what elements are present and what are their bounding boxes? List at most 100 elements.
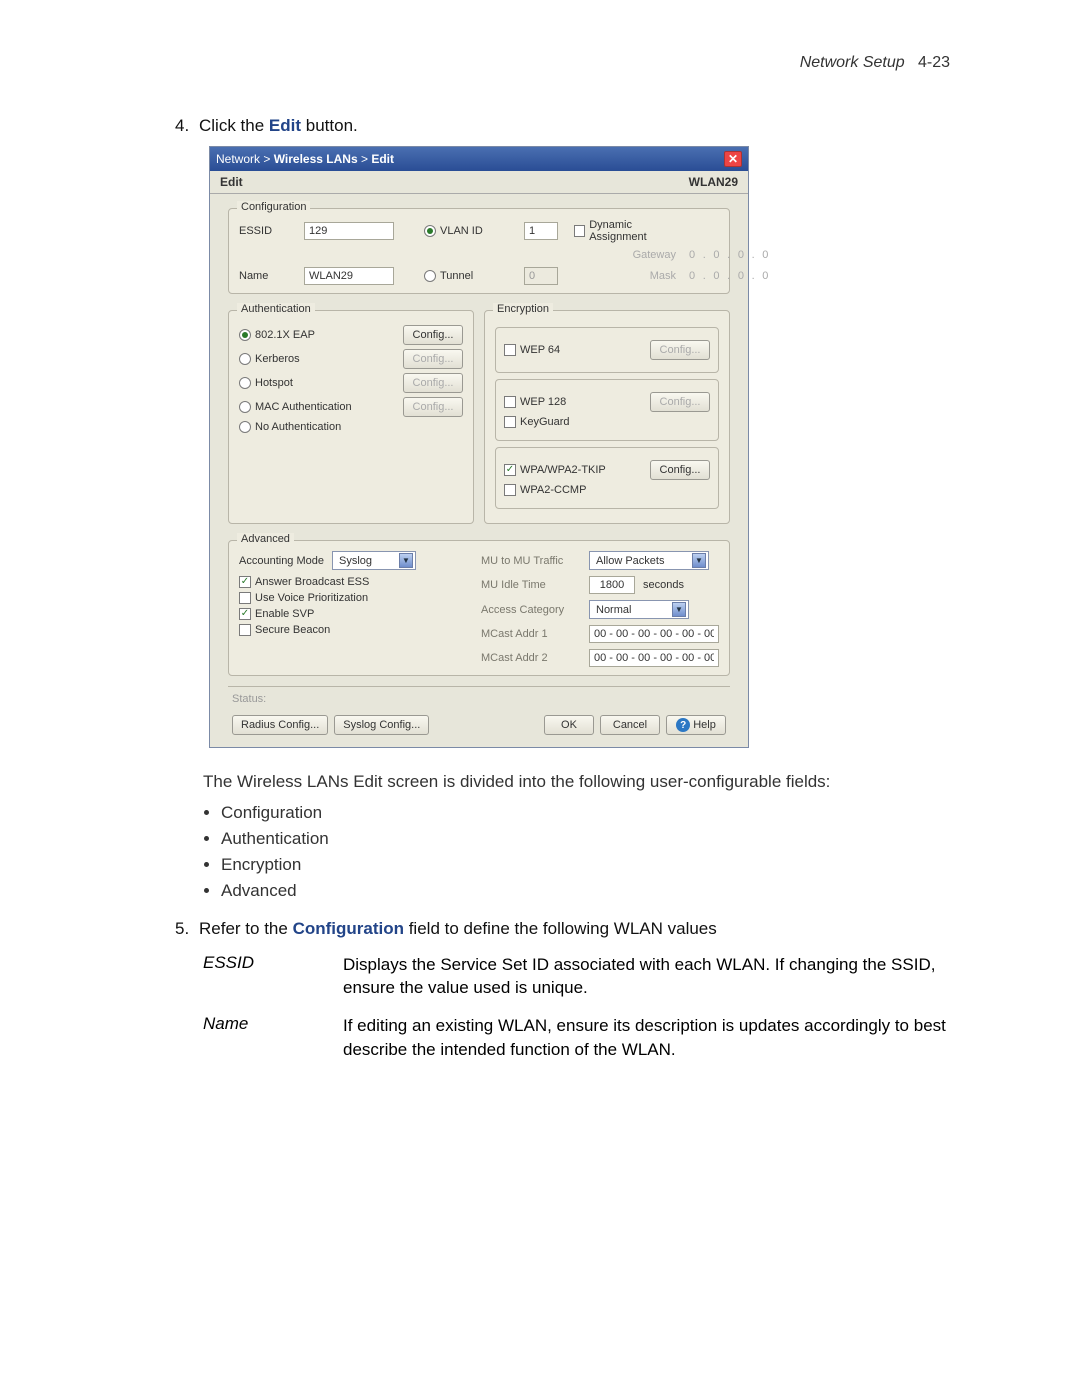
- wep128-checkbox[interactable]: [504, 396, 516, 408]
- edit-bar: Edit WLAN29: [210, 171, 748, 194]
- auth-kerberos-radio[interactable]: [239, 353, 251, 365]
- access-category-label: Access Category: [481, 604, 581, 616]
- syslog-config-button[interactable]: Syslog Config...: [334, 715, 429, 735]
- status-label: Status:: [228, 686, 730, 711]
- wlan-name-label: WLAN29: [689, 175, 738, 189]
- auth-none-label: No Authentication: [255, 421, 341, 433]
- dynamic-assignment-label: Dynamic Assignment: [589, 219, 684, 243]
- ip-dot: .: [727, 270, 731, 282]
- vlan-id-label: VLAN ID: [440, 225, 483, 237]
- answer-broadcast-checkbox[interactable]: [239, 576, 251, 588]
- page-number: 4-23: [918, 54, 950, 71]
- auth-mac-radio[interactable]: [239, 401, 251, 413]
- essid-label: ESSID: [239, 225, 304, 237]
- ip-dot: .: [703, 270, 707, 282]
- crumb-wlans: Wireless LANs: [274, 152, 358, 166]
- mu-traffic-label: MU to MU Traffic: [481, 555, 581, 567]
- auth-none-radio[interactable]: [239, 421, 251, 433]
- close-icon[interactable]: ✕: [724, 151, 742, 167]
- wep64-label: WEP 64: [520, 344, 560, 356]
- name-field[interactable]: [304, 267, 394, 285]
- ip-dot: .: [752, 249, 756, 261]
- auth-kerberos-label: Kerberos: [255, 353, 300, 365]
- mcast2-label: MCast Addr 2: [481, 652, 581, 664]
- def-essid-term: ESSID: [203, 953, 343, 1001]
- access-category-select[interactable]: Normal ▼: [589, 600, 689, 619]
- auth-mac-label: MAC Authentication: [255, 401, 352, 413]
- authentication-legend: Authentication: [237, 303, 315, 315]
- mcast2-field[interactable]: [589, 649, 719, 667]
- mask-ip: 0. 0. 0. 0: [684, 270, 774, 282]
- wep64-checkbox[interactable]: [504, 344, 516, 356]
- vlan-id-field[interactable]: [524, 222, 558, 240]
- title-bar: Network > Wireless LANs > Edit ✕: [210, 147, 748, 171]
- mu-idle-field[interactable]: [589, 576, 635, 594]
- cancel-button[interactable]: Cancel: [600, 715, 660, 735]
- gateway-ip: 0. 0. 0. 0: [684, 249, 774, 261]
- step-4-pre: Click the: [199, 116, 269, 135]
- list-item: Configuration: [221, 803, 950, 823]
- ip-dot: .: [752, 270, 756, 282]
- step-5-number: 5.: [175, 919, 199, 939]
- mu-traffic-value: Allow Packets: [596, 555, 664, 567]
- essid-field[interactable]: [304, 222, 394, 240]
- ip-seg: 0: [757, 270, 773, 282]
- dynamic-assignment-checkbox[interactable]: [574, 225, 585, 237]
- group-authentication: Authentication 802.1X EAP Config... Kerb…: [228, 310, 474, 524]
- encryption-legend: Encryption: [493, 303, 553, 315]
- def-essid-desc: Displays the Service Set ID associated w…: [343, 953, 950, 1001]
- section-title: Network Setup: [800, 54, 905, 71]
- ip-seg: 0: [708, 249, 724, 261]
- tunnel-label: Tunnel: [440, 270, 473, 282]
- radius-config-button[interactable]: Radius Config...: [232, 715, 328, 735]
- secure-beacon-checkbox[interactable]: [239, 624, 251, 636]
- accounting-mode-select[interactable]: Syslog ▼: [332, 551, 416, 570]
- mu-traffic-select[interactable]: Allow Packets ▼: [589, 551, 709, 570]
- crumb-edit: Edit: [371, 152, 394, 166]
- ok-button[interactable]: OK: [544, 715, 594, 735]
- ip-dot: .: [703, 249, 707, 261]
- breadcrumb: Network > Wireless LANs > Edit: [216, 152, 394, 166]
- auth-hotspot-label: Hotspot: [255, 377, 293, 389]
- hotspot-config-button: Config...: [403, 373, 463, 393]
- crumb-network: Network: [216, 152, 260, 166]
- help-button[interactable]: ? Help: [666, 715, 726, 735]
- voice-prioritization-label: Use Voice Prioritization: [255, 592, 368, 604]
- wpa2-ccmp-checkbox[interactable]: [504, 484, 516, 496]
- secure-beacon-label: Secure Beacon: [255, 624, 330, 636]
- wpa-tkip-label: WPA/WPA2-TKIP: [520, 464, 606, 476]
- group-advanced: Advanced Accounting Mode Syslog ▼ Answer…: [228, 540, 730, 676]
- list-item: Advanced: [221, 881, 950, 901]
- enable-svp-checkbox[interactable]: [239, 608, 251, 620]
- wpa-tkip-checkbox[interactable]: [504, 464, 516, 476]
- wpa-config-button[interactable]: Config...: [650, 460, 710, 480]
- auth-eap-radio[interactable]: [239, 329, 251, 341]
- crumb-sep: >: [263, 152, 273, 166]
- enable-svp-label: Enable SVP: [255, 608, 314, 620]
- eap-config-button[interactable]: Config...: [403, 325, 463, 345]
- fields-bullet-list: Configuration Authentication Encryption …: [197, 803, 950, 901]
- voice-prioritization-checkbox[interactable]: [239, 592, 251, 604]
- step-4: 4. Click the Edit button.: [175, 116, 950, 136]
- vlan-id-radio[interactable]: [424, 225, 436, 237]
- group-encryption: Encryption WEP 64 Config... WEP 128 Conf…: [484, 310, 730, 524]
- list-item: Encryption: [221, 855, 950, 875]
- ip-seg: 0: [684, 249, 700, 261]
- ip-seg: 0: [733, 270, 749, 282]
- step-5-pre: Refer to the: [199, 919, 293, 938]
- keyguard-checkbox[interactable]: [504, 416, 516, 428]
- wep64-config-button: Config...: [650, 340, 710, 360]
- step-4-bold: Edit: [269, 116, 301, 135]
- tunnel-field: [524, 267, 558, 285]
- definition-table: ESSID Displays the Service Set ID associ…: [203, 953, 950, 1062]
- mcast1-field[interactable]: [589, 625, 719, 643]
- mcast1-label: MCast Addr 1: [481, 628, 581, 640]
- edit-label: Edit: [220, 175, 243, 189]
- mu-idle-label: MU Idle Time: [481, 579, 581, 591]
- chevron-down-icon: ▼: [672, 602, 686, 617]
- step-5-post: field to define the following WLAN value…: [404, 919, 717, 938]
- tunnel-radio[interactable]: [424, 270, 436, 282]
- auth-eap-label: 802.1X EAP: [255, 329, 315, 341]
- auth-hotspot-radio[interactable]: [239, 377, 251, 389]
- accounting-mode-value: Syslog: [339, 555, 372, 567]
